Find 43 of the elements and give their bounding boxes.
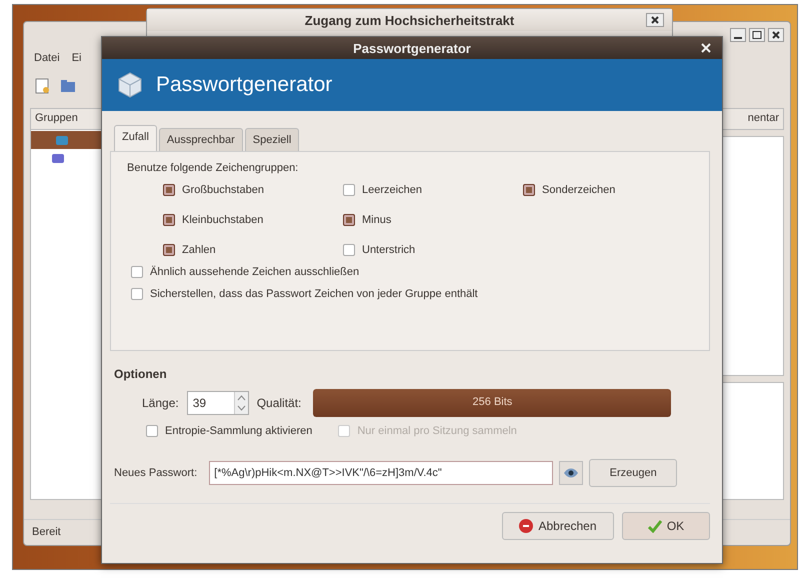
quality-text: 256 Bits bbox=[472, 396, 514, 408]
status-text: Bereit bbox=[32, 526, 61, 538]
cancel-icon bbox=[519, 519, 534, 533]
quality-label: Qualität: bbox=[256, 396, 302, 410]
checkbox-option[interactable]: Unterstrich bbox=[343, 244, 523, 256]
password-field[interactable]: [*%Ag\r)pHik<m.NX@T>>IVK"/\6=zH]3m/V.4c" bbox=[209, 461, 554, 485]
checkbox-option[interactable]: Sonderzeichen bbox=[523, 184, 703, 196]
checkbox-option[interactable]: Kleinbuchstaben bbox=[163, 214, 343, 226]
checkbox-option[interactable]: Minus bbox=[343, 214, 523, 226]
menu-item[interactable]: Ei bbox=[72, 52, 82, 68]
checkbox-option[interactable]: Großbuchstaben bbox=[163, 184, 343, 196]
menu-item[interactable]: Datei bbox=[34, 52, 60, 68]
length-label: Länge: bbox=[142, 396, 179, 410]
checkbox-option[interactable]: Zahlen bbox=[163, 244, 343, 256]
minimize-icon[interactable] bbox=[730, 28, 746, 42]
checkbox-option[interactable]: Leerzeichen bbox=[343, 184, 523, 196]
window-title: Zugang zum Hochsicherheitstrakt bbox=[304, 12, 514, 28]
group-icon bbox=[55, 134, 69, 146]
group-label: Benutze folgende Zeichengruppen: bbox=[127, 162, 300, 174]
checkbox-option[interactable]: Entropie-Sammlung aktivieren bbox=[146, 425, 312, 437]
cancel-button[interactable]: Abbrechen bbox=[502, 512, 614, 540]
checkmark-icon bbox=[648, 519, 662, 533]
group-icon bbox=[51, 152, 65, 164]
eye-icon bbox=[563, 467, 580, 479]
new-file-icon[interactable] bbox=[34, 78, 50, 94]
length-spinner[interactable]: 39 bbox=[186, 391, 249, 415]
tab[interactable]: Aussprechbar bbox=[158, 128, 243, 151]
generate-button[interactable]: Erzeugen bbox=[589, 459, 678, 487]
checkbox-option[interactable]: Sicherstellen, dass das Passwort Zeichen von jeder Gruppe enthält bbox=[127, 288, 693, 300]
tab[interactable]: Speziell bbox=[244, 128, 300, 151]
window-title: Passwortgenerator bbox=[353, 40, 471, 56]
dice-icon bbox=[116, 71, 144, 99]
close-icon[interactable] bbox=[646, 13, 664, 27]
checkbox-option[interactable]: Ähnlich aussehende Zeichen ausschließen bbox=[127, 266, 693, 278]
show-password-button[interactable] bbox=[559, 461, 584, 485]
tab[interactable]: Zufall bbox=[114, 125, 157, 151]
maximize-icon[interactable] bbox=[749, 28, 765, 42]
password-label: Neues Passwort: bbox=[114, 467, 198, 479]
close-icon[interactable] bbox=[768, 28, 784, 42]
section-heading: Optionen bbox=[114, 367, 168, 381]
banner-title: Passwortgenerator bbox=[156, 73, 332, 97]
ok-button[interactable]: OK bbox=[622, 512, 710, 540]
folder-icon[interactable] bbox=[60, 78, 76, 94]
